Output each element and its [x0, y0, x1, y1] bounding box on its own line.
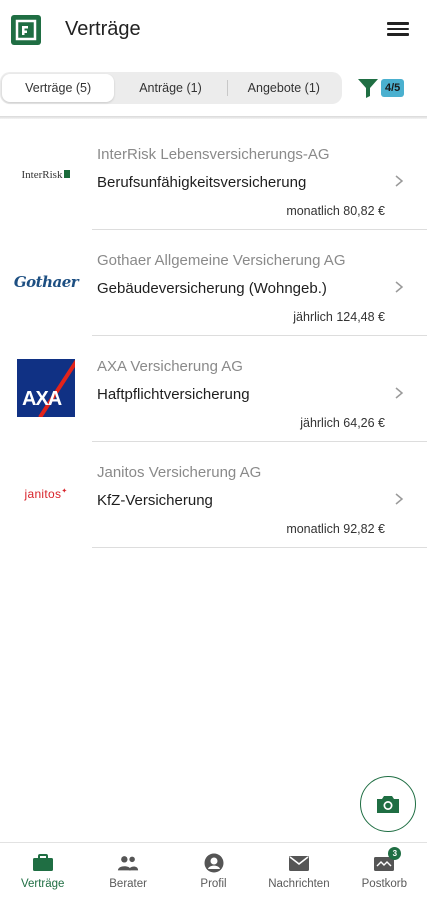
header-divider [0, 116, 427, 119]
hamburger-menu-icon[interactable] [387, 19, 409, 39]
contract-item[interactable]: janitos✦ Janitos Versicherung AG KfZ-Ver… [0, 442, 427, 548]
contract-product: KfZ-Versicherung [97, 492, 213, 509]
people-icon [117, 853, 139, 873]
filter-count-badge: 4/5 [381, 79, 405, 97]
app-logo-icon [11, 15, 41, 45]
tab-angebote[interactable]: Angebote (1) [228, 74, 340, 102]
janitos-logo: janitos✦ [24, 487, 68, 501]
nav-item-postkorb[interactable]: 3 Postkorb [342, 843, 427, 900]
tab-vertraege[interactable]: Verträge (5) [2, 74, 115, 102]
contract-company: AXA Versicherung AG [97, 358, 243, 375]
contract-price: jährlich 124,48 € [293, 310, 385, 324]
filter-icon [358, 79, 378, 98]
chevron-right-icon [395, 387, 404, 399]
contract-item[interactable]: Gothaer Gothaer Allgemeine Versicherung … [0, 230, 427, 336]
inbox-icon: 3 [373, 847, 402, 873]
contract-product: Haftpflichtversicherung [97, 386, 250, 403]
briefcase-icon [32, 853, 54, 873]
contract-company: InterRisk Lebensversicherungs-AG [97, 146, 330, 163]
nav-label: Verträge [20, 878, 65, 890]
nav-item-nachrichten[interactable]: Nachrichten [256, 843, 341, 900]
contract-price: monatlich 92,82 € [286, 522, 385, 536]
page-title: Verträge [65, 18, 141, 40]
nav-item-berater[interactable]: Berater [85, 843, 170, 900]
chevron-right-icon [395, 493, 404, 505]
chevron-right-icon [395, 175, 404, 187]
nav-label: Profil [200, 878, 227, 890]
mail-icon [288, 853, 310, 873]
nav-label: Berater [109, 878, 147, 890]
filter-button[interactable]: 4/5 [356, 76, 405, 100]
contract-product: Berufsunfähigkeitsversicherung [97, 174, 307, 191]
nav-label: Nachrichten [268, 878, 330, 890]
gothaer-logo: Gothaer [13, 273, 79, 291]
contract-item[interactable]: InterRisk InterRisk Lebensversicherungs-… [0, 124, 427, 230]
contract-company: Janitos Versicherung AG [97, 464, 262, 481]
tab-antraege[interactable]: Anträge (1) [114, 74, 226, 102]
app-header: Verträge [0, 0, 427, 60]
chevron-right-icon [395, 281, 404, 293]
camera-icon [377, 796, 399, 813]
contract-price: jährlich 64,26 € [300, 416, 385, 430]
nav-item-profil[interactable]: Profil [171, 843, 256, 900]
list-divider [92, 547, 427, 548]
interrisk-logo-text: InterRisk [21, 169, 63, 181]
nav-item-vertraege[interactable]: Verträge [0, 843, 85, 900]
camera-button[interactable] [360, 776, 416, 832]
contract-item[interactable]: AXA AXA Versicherung AG Haftpflichtversi… [0, 336, 427, 442]
axa-logo: AXA [16, 358, 76, 418]
contract-price: monatlich 80,82 € [286, 204, 385, 218]
interrisk-logo: InterRisk [16, 148, 76, 208]
contract-product: Gebäudeversicherung (Wohngeb.) [97, 280, 327, 297]
postkorb-badge: 3 [388, 847, 402, 860]
contract-company: Gothaer Allgemeine Versicherung AG [97, 252, 346, 269]
tab-bar: Verträge (5) Anträge (1) Angebote (1) [0, 72, 342, 104]
profile-icon [203, 853, 225, 873]
bottom-navigation: Verträge Berater Profil Nachrichten 3 Po… [0, 842, 427, 900]
nav-label: Postkorb [361, 878, 408, 890]
